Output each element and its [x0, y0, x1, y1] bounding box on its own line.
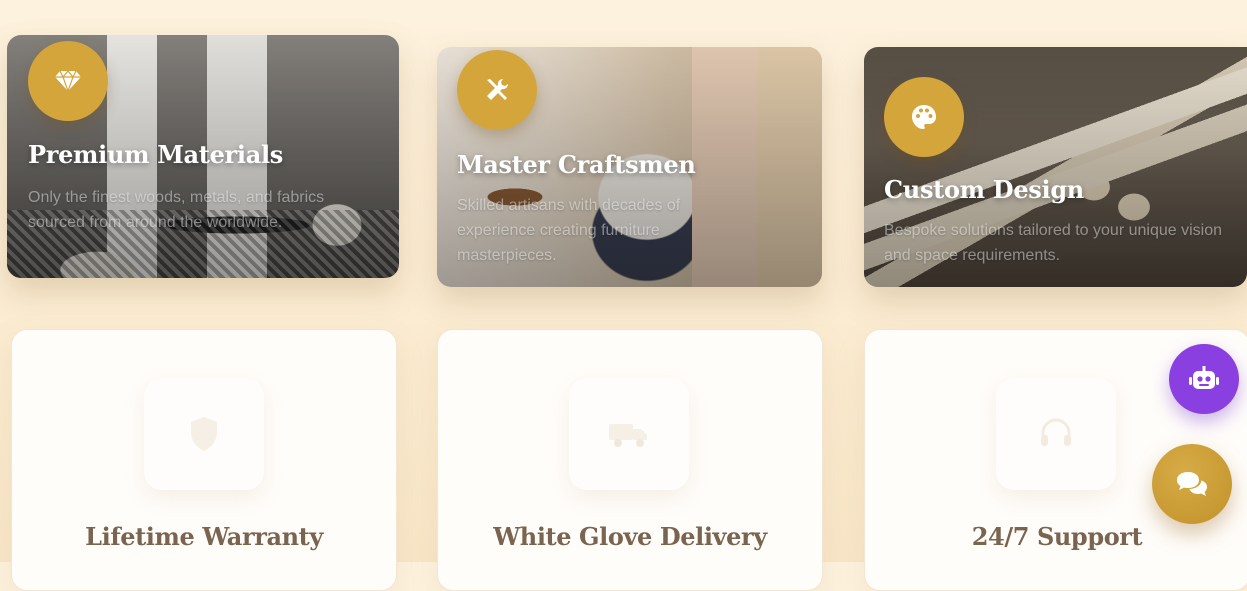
diamond-icon: [55, 70, 81, 92]
feature-card-master-craftsmen[interactable]: Master Craftsmen Skilled artisans with d…: [437, 47, 822, 287]
feature-title: Lifetime Warranty: [85, 522, 323, 551]
palette-icon: [912, 105, 936, 129]
chat-button[interactable]: [1152, 444, 1232, 524]
feature-title: White Glove Delivery: [493, 522, 767, 551]
ai-assistant-button[interactable]: [1169, 344, 1239, 414]
truck-icon: [609, 424, 647, 447]
card-description: Bespoke solutions tailored to your uniqu…: [884, 222, 1222, 264]
card-title: Premium Materials: [28, 140, 283, 169]
feature-title: 24/7 Support: [971, 522, 1143, 551]
diamond-badge: [28, 41, 108, 121]
delivery-icon-box: [569, 378, 689, 490]
feature-card-premium-materials[interactable]: Premium Materials Only the finest woods,…: [7, 35, 399, 278]
feature-card-custom-design[interactable]: Custom Design Bespoke solutions tailored…: [864, 47, 1247, 287]
robot-icon: [1189, 366, 1219, 389]
shield-icon: [191, 417, 217, 451]
feature-lifetime-warranty: Lifetime Warranty: [11, 329, 397, 591]
chat-icon: [1177, 472, 1207, 496]
headset-icon: [1041, 418, 1071, 446]
card-title: Master Craftsmen: [457, 150, 696, 179]
card-description: Skilled artisans with decades of experie…: [457, 197, 681, 264]
palette-badge: [884, 77, 964, 157]
support-icon-box: [996, 378, 1116, 490]
card-title: Custom Design: [884, 175, 1084, 204]
warranty-icon-box: [144, 378, 264, 490]
card-description: Only the finest woods, metals, and fabri…: [28, 189, 325, 231]
tools-badge: [457, 50, 537, 130]
feature-white-glove-delivery: White Glove Delivery: [437, 329, 823, 591]
tools-icon: [487, 78, 509, 100]
